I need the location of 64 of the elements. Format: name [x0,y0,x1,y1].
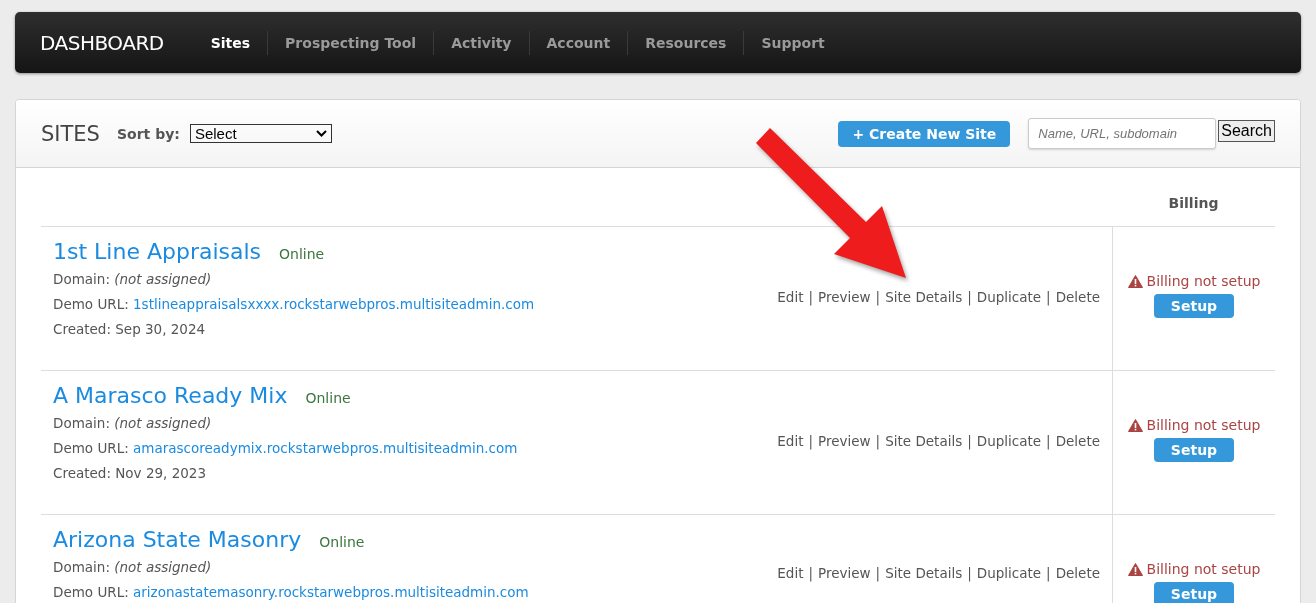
action-link[interactable]: Edit [777,289,804,305]
chevron-down-icon [315,130,327,137]
demo-url-label: Demo URL: [53,296,130,312]
action-link[interactable]: Preview [818,289,871,305]
action-link[interactable]: Duplicate [976,433,1042,449]
action-link[interactable]: Delete [1055,433,1100,449]
demo-url-link[interactable]: arizonastatemasonry.rockstarwebpros.multisiteadmin.com [133,584,529,600]
site-name-link[interactable]: A Marasco Ready Mix [53,383,288,408]
created-date: Created: Nov 29, 2023 [53,465,208,481]
status-label: Online [319,534,365,550]
action-link[interactable]: Edit [777,433,804,449]
link-separator: | [875,564,881,581]
warning-icon [1127,418,1143,432]
column-header: Billing [1167,195,1220,211]
sort-dropdown[interactable]: Select [189,124,332,143]
link-separator: | [967,564,972,581]
action-link[interactable]: Preview [818,433,871,449]
action-link[interactable]: Edit [777,564,804,581]
page-title: SITES [41,121,100,146]
link-separator: | [875,289,881,305]
created-date: Created: Sep 30, 2024 [53,321,207,337]
site-name-link[interactable]: Arizona State Masonry [53,527,302,552]
brand-logo[interactable]: DASHBOARD [40,30,164,55]
status-label: Online [305,390,351,406]
link-separator: | [967,289,972,305]
nav-tab[interactable]: Resources [627,30,744,55]
domain-text: Domain: (not assigned) [53,559,213,575]
action-link[interactable]: Delete [1055,564,1100,581]
warning-icon [1127,562,1143,576]
demo-url-label: Demo URL: [53,440,130,456]
action-link[interactable]: Delete [1055,289,1100,305]
domain-text: Domain: (not assigned) [53,415,213,431]
billing-status: Billing not setup [1146,561,1261,577]
link-separator: | [1046,564,1051,581]
nav-tab[interactable]: Account [528,30,628,55]
nav-tab[interactable]: Activity [433,30,529,55]
link-separator: | [808,433,814,449]
link-separator: | [1046,289,1051,305]
action-link[interactable]: Duplicate [976,564,1042,581]
billing-status: Billing not setup [1146,273,1261,289]
demo-url-label: Demo URL: [53,584,130,600]
link-separator: | [808,289,814,305]
sort-label: Sort by: [116,125,180,142]
demo-url-link[interactable]: 1stlineappraisalsxxxx.rockstarwebpros.multisiteadmin.com [133,296,535,312]
nav-tab[interactable]: Support [743,30,842,55]
link-separator: | [967,433,972,449]
site-name-link[interactable]: 1st Line Appraisals [53,239,262,264]
nav-tab[interactable]: Sites [193,30,268,55]
warning-icon [1127,274,1143,288]
link-separator: | [875,433,881,449]
domain-text: Domain: (not assigned) [53,271,213,287]
link-separator: | [808,564,814,581]
status-label: Online [279,246,325,262]
action-link[interactable]: Preview [818,564,871,581]
link-separator: | [1046,433,1051,449]
search-button[interactable]: Search [1218,119,1275,142]
billing-status: Billing not setup [1146,417,1261,433]
action-link[interactable]: Site Details [885,433,963,449]
action-link[interactable]: Site Details [885,564,963,581]
search-field[interactable]: Name, URL, subdomain [1028,118,1217,149]
action-link[interactable]: Duplicate [976,289,1042,305]
action-link[interactable]: Site Details [885,289,963,305]
nav-tab[interactable]: Prospecting Tool [267,30,434,55]
demo-url-link[interactable]: amarascoreadymix.rockstarwebpros.multisiteadmin.com [133,440,518,456]
